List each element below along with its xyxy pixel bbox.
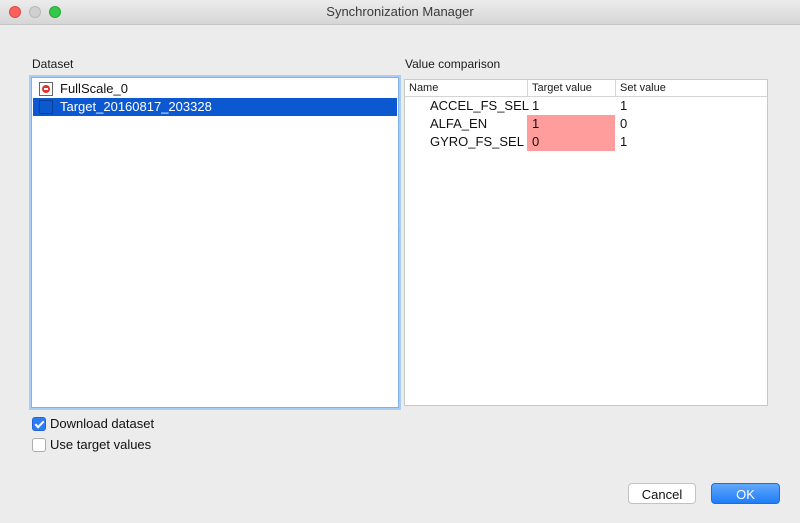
table-row[interactable]: GYRO_FS_SEL 0 1 [405, 133, 767, 151]
column-header-set-value[interactable]: Set value [615, 80, 703, 96]
dataset-list[interactable]: FullScale_0 Target_20160817_203328 [31, 77, 399, 408]
value-comparison-table[interactable]: Name Target value Set value ACCEL_FS_SEL… [404, 79, 768, 406]
cell-target-value-mismatch: 1 [527, 115, 615, 133]
cell-name: ACCEL_FS_SEL [430, 98, 529, 113]
table-header: Name Target value Set value [405, 80, 767, 97]
dataset-item-fullscale[interactable]: FullScale_0 [33, 80, 397, 98]
cell-set-value: 0 [620, 116, 628, 131]
cell-set-value: 1 [620, 134, 628, 149]
value-comparison-label: Value comparison [405, 57, 501, 71]
window-title: Synchronization Manager [326, 4, 474, 19]
error-icon [39, 82, 53, 96]
cell-target-value: 1 [532, 98, 540, 113]
dataset-label: Dataset [32, 57, 74, 71]
cell-name: ALFA_EN [430, 116, 488, 131]
title-bar[interactable]: Synchronization Manager [0, 0, 800, 25]
table-row[interactable]: ACCEL_FS_SEL 1 1 [405, 97, 767, 115]
cell-set-value: 1 [620, 98, 628, 113]
synchronization-manager-window: Synchronization Manager Dataset FullScal… [0, 0, 800, 523]
column-header-name[interactable]: Name [405, 80, 527, 96]
download-dataset-checkbox[interactable] [32, 417, 46, 431]
dataset-item-label: Target_20160817_203328 [60, 99, 212, 114]
dataset-item-target[interactable]: Target_20160817_203328 [33, 98, 397, 116]
column-header-target-value[interactable]: Target value [527, 80, 615, 96]
dataset-item-icon [39, 100, 53, 114]
table-row[interactable]: ALFA_EN 1 0 [405, 115, 767, 133]
download-dataset-label[interactable]: Download dataset [50, 416, 154, 432]
ok-button[interactable]: OK [711, 483, 780, 504]
cancel-button[interactable]: Cancel [628, 483, 696, 504]
cell-name: GYRO_FS_SEL [430, 134, 524, 149]
splitter-handle[interactable]: ⁞ [398, 226, 402, 234]
use-target-values-checkbox[interactable] [32, 438, 46, 452]
use-target-values-label[interactable]: Use target values [50, 437, 151, 453]
cell-target-value-mismatch: 0 [527, 133, 615, 151]
dataset-item-label: FullScale_0 [60, 81, 128, 96]
